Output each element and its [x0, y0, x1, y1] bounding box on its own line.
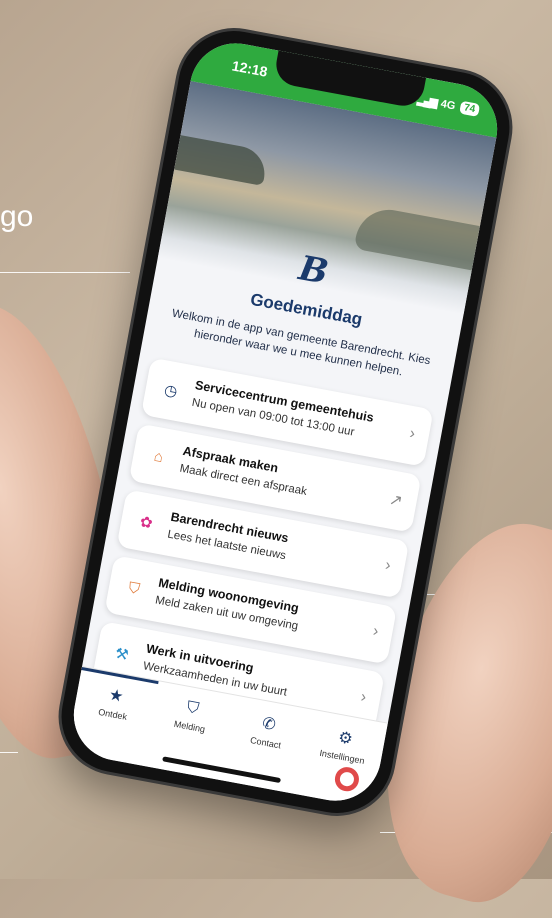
- nav-tab-ontdek[interactable]: ★ Ontdek: [74, 679, 157, 727]
- battery-icon: 74: [459, 100, 481, 117]
- status-time: 12:18: [230, 57, 269, 80]
- nav-tab-instellingen[interactable]: ⚙ Instellingen: [303, 721, 386, 769]
- settings-icon: ⚙: [336, 729, 355, 749]
- chevron-right-icon: ›: [408, 424, 417, 443]
- background-left-text: go: [0, 200, 34, 233]
- town-hall-icon: ⌂: [152, 447, 165, 466]
- nav-label: Ontdek: [97, 706, 128, 722]
- notch: [272, 50, 426, 110]
- chevron-right-icon: ›: [383, 556, 393, 575]
- chevron-right-icon: ›: [371, 622, 380, 641]
- home-indicator: [161, 756, 281, 783]
- shield-icon: ⛉: [185, 698, 201, 718]
- nav-label: Contact: [249, 734, 282, 751]
- phone-icon: ✆: [260, 714, 278, 735]
- nav-tab-contact[interactable]: ✆ Contact: [226, 707, 309, 755]
- status-indicators: ▂▄▆ 4G 74: [416, 93, 481, 117]
- network-label: 4G: [439, 97, 457, 113]
- news-icon: ✿: [138, 513, 155, 533]
- worker-icon: ⚒: [113, 644, 131, 665]
- callout-line-left: [0, 272, 130, 273]
- external-link-icon: ↗: [387, 491, 404, 511]
- star-icon: ★: [107, 686, 125, 706]
- nav-label: Melding: [173, 718, 206, 735]
- nav-tab-melding[interactable]: ⛉ Melding: [150, 693, 232, 739]
- clock-icon: ◷: [162, 381, 179, 401]
- chevron-right-icon: ›: [359, 688, 368, 707]
- touch-indicator: [332, 765, 361, 794]
- callout-line-left-bottom: [0, 752, 18, 753]
- signal-icon: ▂▄▆: [416, 93, 437, 109]
- shield-alert-icon: ⛉: [127, 578, 142, 598]
